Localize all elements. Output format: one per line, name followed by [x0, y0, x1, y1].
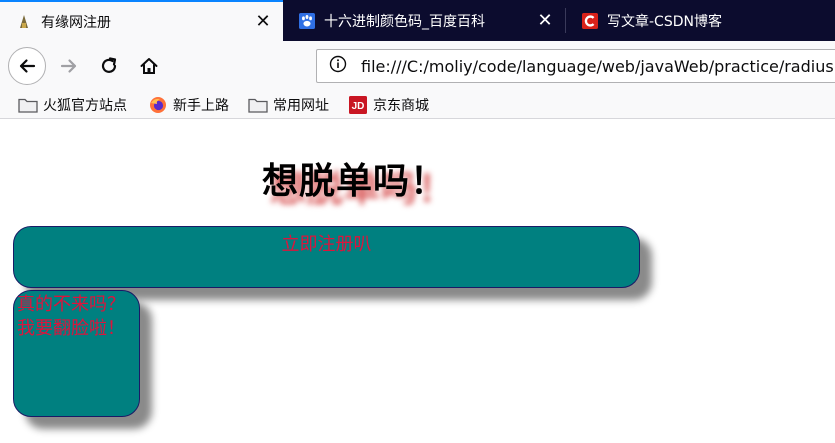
angry-text-line-2: 我要翻脸啦！: [17, 318, 125, 339]
baidu-paw-icon: [299, 12, 315, 29]
address-bar[interactable]: file:///C:/moliy/code/language/web/javaW…: [316, 49, 835, 83]
tab-close-icon[interactable]: ✕: [253, 11, 273, 32]
bookmark-common-sites[interactable]: 常用网址: [248, 94, 329, 116]
register-now-button[interactable]: 立即注册叭: [13, 226, 640, 288]
bookmark-jd-mall[interactable]: JD 京东商城: [348, 94, 429, 116]
site-favicon-icon: [16, 14, 32, 30]
folder-icon: [18, 97, 38, 113]
tab-strip: 有缘网注册 ✕ 十六进制颜色码_百度百科 ✕ 写文章-CSDN博客: [0, 0, 835, 41]
angry-text-line-1: 真的不来吗？: [17, 294, 125, 315]
reluctant-box[interactable]: 真的不来吗？ 我要翻脸啦！: [13, 290, 140, 417]
tab-baidu-baike[interactable]: 十六进制颜色码_百度百科 ✕: [283, 0, 565, 41]
forward-arrow-icon: [60, 59, 77, 73]
reload-button[interactable]: [92, 49, 126, 83]
home-button[interactable]: [132, 49, 166, 83]
url-text[interactable]: file:///C:/moliy/code/language/web/javaW…: [361, 57, 835, 76]
bookmark-firefox-official[interactable]: 火狐官方站点: [18, 94, 127, 116]
tab-title: 写文章-CSDN博客: [607, 13, 722, 30]
tab-close-icon[interactable]: ✕: [535, 10, 555, 31]
folder-icon: [248, 97, 268, 113]
back-button[interactable]: [8, 47, 46, 85]
tab-youyuan-register[interactable]: 有缘网注册 ✕: [0, 0, 283, 41]
bookmarks-toolbar: 火狐官方站点 新手上路 常用网址 JD 京东商城: [0, 91, 835, 119]
tab-title: 十六进制颜色码_百度百科: [324, 13, 485, 30]
jd-icon: JD: [348, 96, 368, 114]
bookmark-getting-started[interactable]: 新手上路: [148, 94, 229, 116]
bookmark-label: 新手上路: [173, 98, 229, 114]
firefox-icon: [148, 97, 168, 113]
tab-title: 有缘网注册: [41, 14, 111, 31]
bookmark-label: 京东商城: [373, 98, 429, 114]
home-icon: [140, 58, 158, 74]
page-heading: 想脱单吗！: [262, 161, 448, 202]
bookmark-label: 常用网址: [273, 98, 329, 114]
forward-button[interactable]: [52, 49, 86, 83]
register-button-label: 立即注册叭: [281, 234, 372, 255]
tab-csdn[interactable]: 写文章-CSDN博客: [566, 0, 835, 41]
navigation-toolbar: file:///C:/moliy/code/language/web/javaW…: [0, 41, 835, 91]
back-arrow-icon: [19, 59, 36, 73]
svg-text:JD: JD: [352, 101, 365, 112]
site-info-icon[interactable]: [329, 55, 347, 77]
bookmark-label: 火狐官方站点: [43, 98, 127, 114]
csdn-c-icon: [582, 12, 598, 29]
reload-icon: [101, 57, 117, 73]
